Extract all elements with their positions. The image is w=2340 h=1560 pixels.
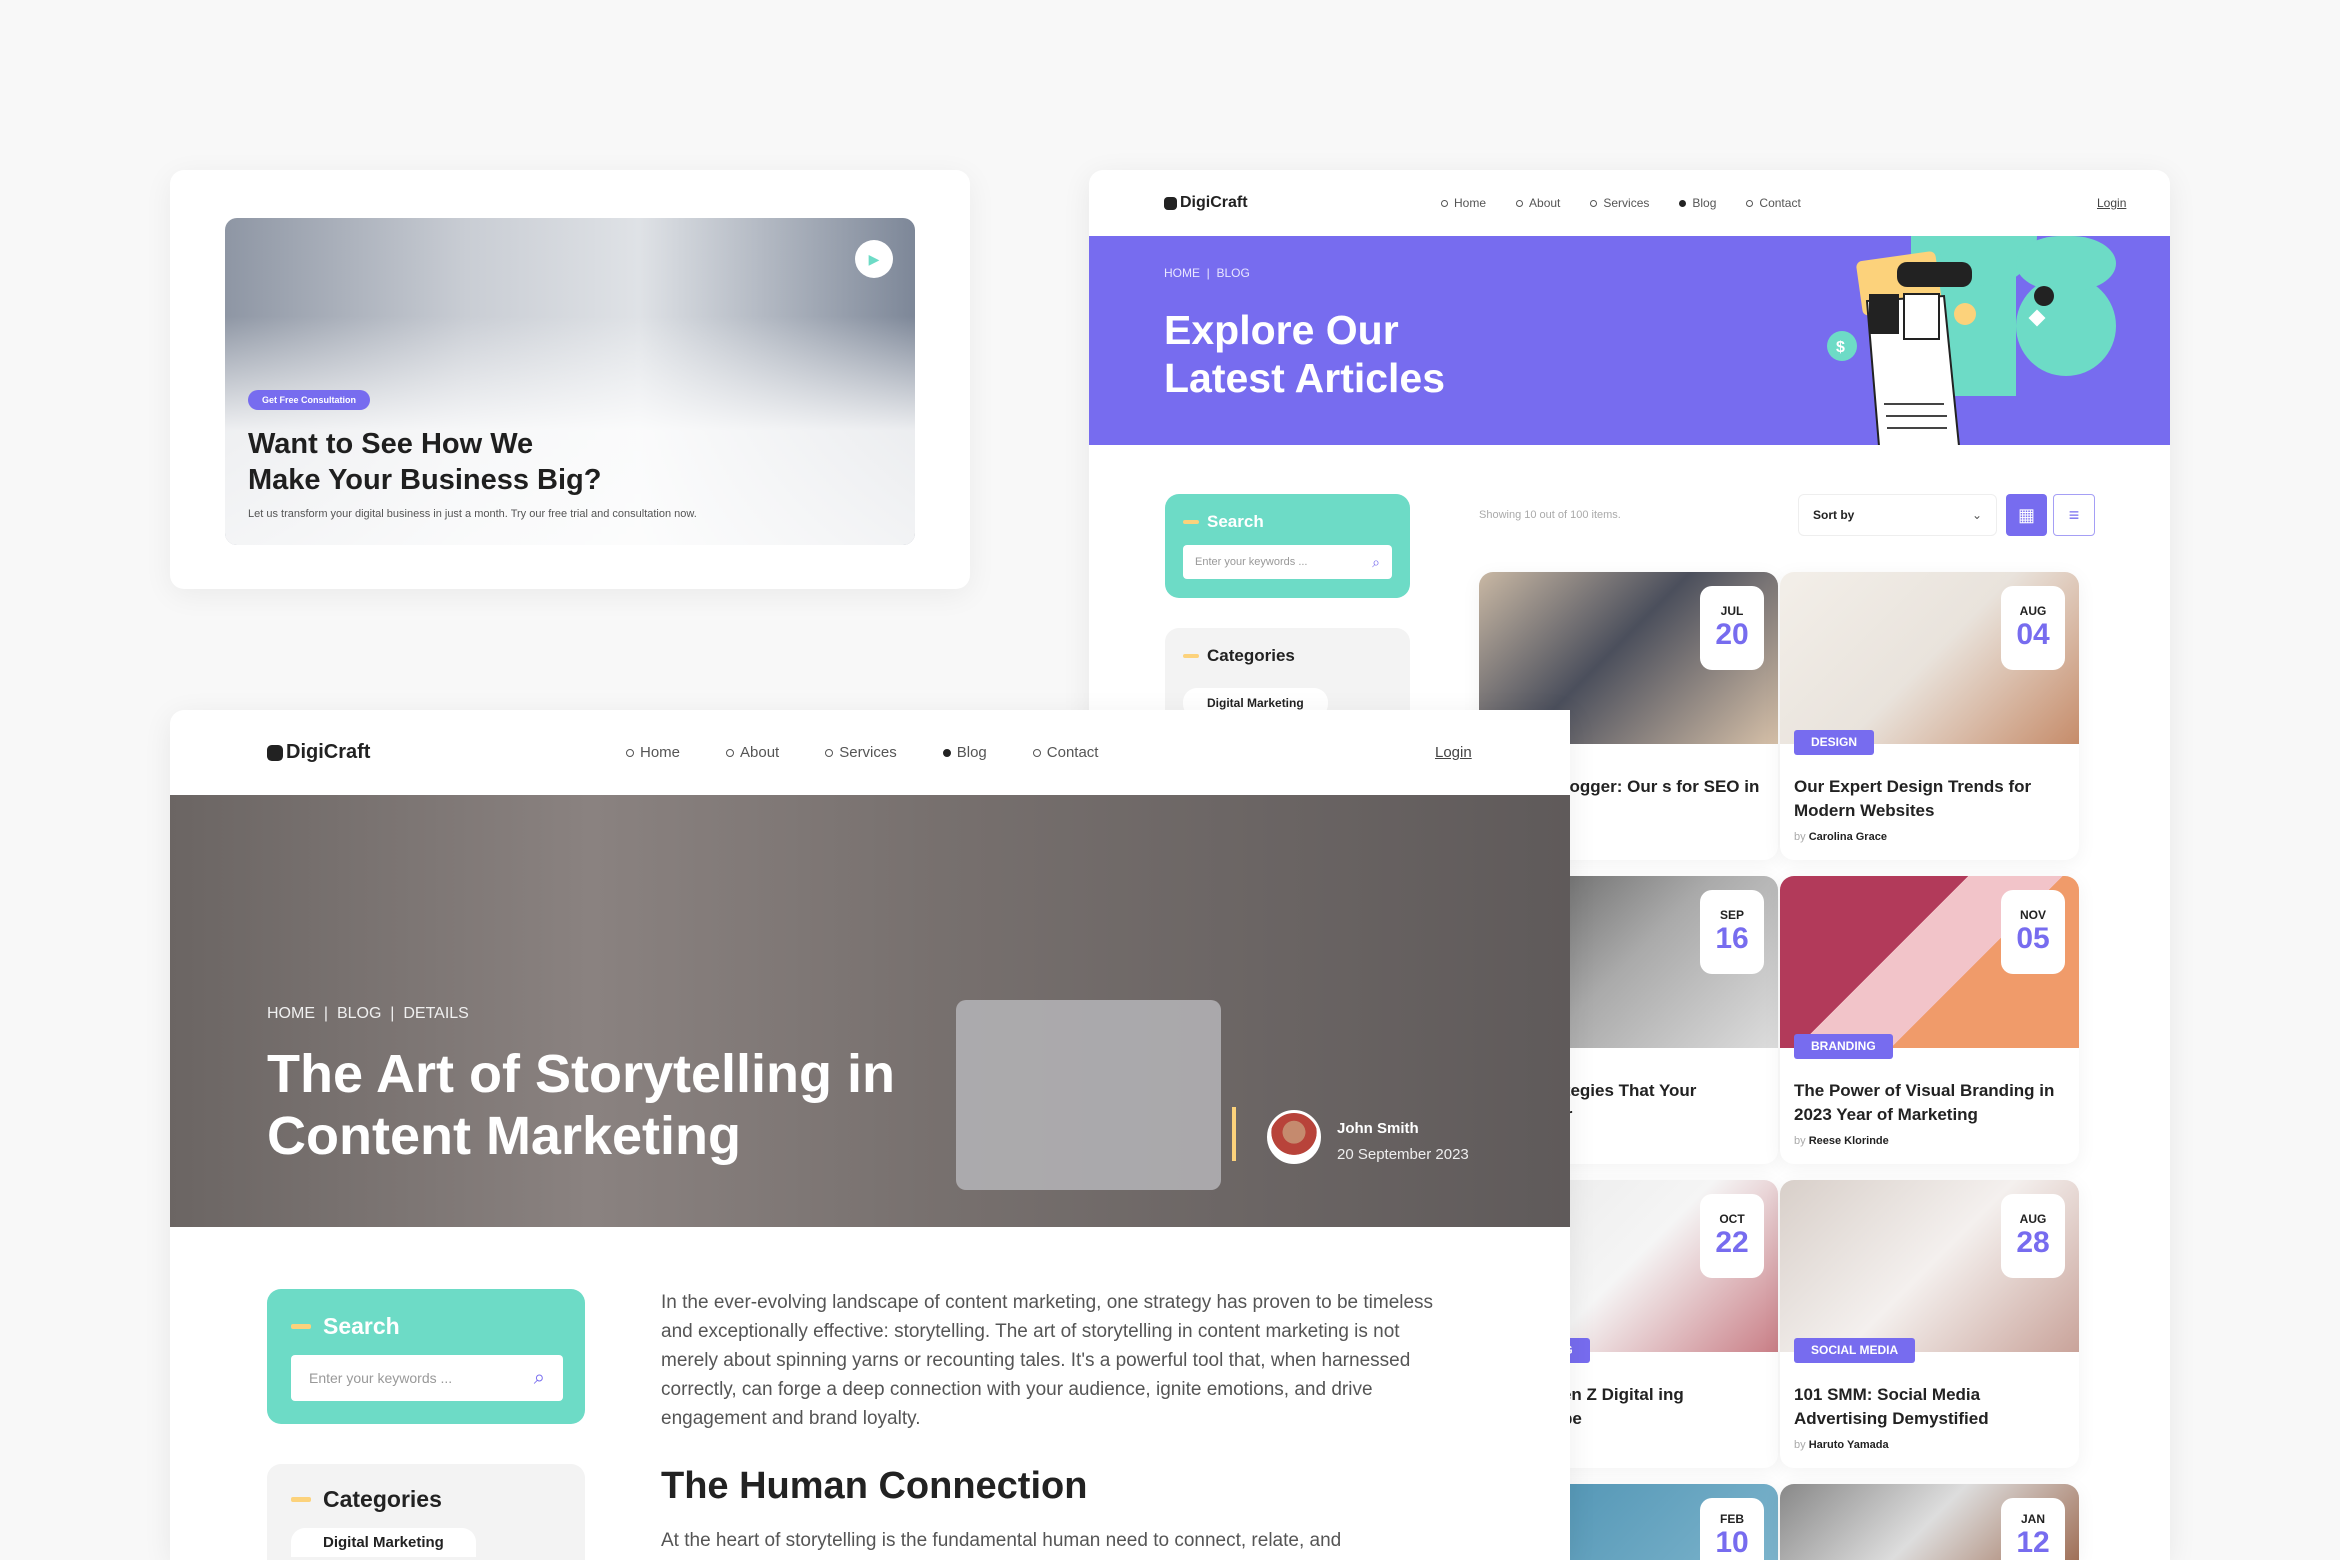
nav-contact[interactable]: Contact (1032, 744, 1098, 761)
login-link[interactable]: Login (1435, 744, 1472, 761)
search-panel: Search Enter your keywords ... ⌕ (267, 1289, 585, 1424)
search-panel: Search Enter your keywords ... ⌕ (1165, 494, 1410, 598)
breadcrumb: HOME | BLOG (1164, 266, 1250, 280)
nav-about[interactable]: About (726, 744, 779, 761)
category-tag[interactable]: BRANDING (1794, 1034, 1893, 1059)
article-card[interactable]: AUG 04 DESIGN Our Expert Design Trends for … (1780, 572, 2079, 860)
date-badge: FEB 10 (1700, 1498, 1764, 1560)
search-icon[interactable]: ⌕ (1372, 554, 1380, 571)
nav-blog[interactable]: Blog (942, 744, 987, 761)
article-author: by Carolina Grace (1794, 831, 1887, 843)
list-view-button[interactable]: ≡ (2053, 494, 2095, 536)
page-title: Explore Our Latest Articles (1164, 307, 1446, 401)
breadcrumb: HOME | BLOG | DETAILS (267, 1005, 469, 1022)
category-tag[interactable]: SOCIAL MEDIA (1794, 1338, 1916, 1363)
logo-icon (1164, 196, 1177, 210)
promo-card: ▶ Get Free Consultation Want to See How … (170, 170, 970, 589)
nav-home[interactable]: Home (1441, 196, 1486, 210)
promo-image: ▶ Get Free Consultation Want to See How … (225, 218, 915, 545)
date-badge: NOV 05 (2001, 890, 2065, 974)
chevron-down-icon: ⌄ (1971, 508, 1982, 522)
nav-services[interactable]: Services (825, 744, 897, 761)
nav-contact[interactable]: Contact (1746, 196, 1801, 210)
search-input[interactable]: Enter your keywords ... ⌕ (1183, 545, 1392, 579)
promo-title: Want to See How We Make Your Business Big… (248, 428, 602, 496)
category-tag[interactable]: DESIGN (1794, 730, 1875, 755)
consultation-button[interactable]: Get Free Consultation (248, 390, 371, 410)
article-paragraph: At the heart of storytelling is the fund… (661, 1530, 1342, 1551)
svg-text:$: $ (1836, 339, 1845, 356)
nav-menu: Home About Services Blog Contact (626, 744, 1098, 761)
article-title[interactable]: 101 SMM: Social Media Advertising Demyst… (1794, 1383, 2064, 1431)
nav-about[interactable]: About (1516, 196, 1560, 210)
publish-date: 20 September 2023 (1337, 1146, 1469, 1163)
article-author: by Haruto Yamada (1794, 1439, 1889, 1451)
login-link[interactable]: Login (2097, 196, 2126, 210)
nav-services[interactable]: Services (1590, 196, 1649, 210)
promo-subtitle: Let us transform your digital business i… (248, 508, 697, 520)
article-paragraph: In the ever-evolving landscape of conten… (661, 1292, 1434, 1429)
logo[interactable]: DigiCraft (267, 741, 370, 764)
blog-banner: HOME | BLOG Explore Our Latest Articles $ (1089, 236, 2170, 445)
article-card[interactable]: NOV 05 BRANDING The Power of Visual Brandin… (1780, 876, 2079, 1164)
navbar: DigiCraft Home About Services Blog Conta… (1089, 170, 2170, 236)
category-item[interactable]: Digital Marketing (291, 1528, 476, 1557)
results-count: Showing 10 out of 100 items. (1479, 509, 1621, 521)
search-input[interactable]: Enter your keywords ... ⌕ (291, 1355, 563, 1401)
date-badge: SEP 16 (1700, 890, 1764, 974)
nav-blog[interactable]: Blog (1679, 196, 1716, 210)
article-author: by Reese Klorinde (1794, 1135, 1889, 1147)
nav-menu: Home About Services Blog Contact (1441, 196, 1801, 210)
article-title[interactable]: The Power of Visual Branding in 2023 Yea… (1794, 1079, 2064, 1127)
section-heading: The Human Connection (661, 1465, 1088, 1507)
logo-icon (267, 744, 283, 761)
date-badge: JUL 20 (1700, 586, 1764, 670)
article-card[interactable]: JAN 12 (1780, 1484, 2079, 1560)
categories-panel: Categories Digital Marketing (267, 1464, 585, 1560)
author-name[interactable]: John Smith (1337, 1120, 1419, 1137)
nav-home[interactable]: Home (626, 744, 680, 761)
play-icon[interactable]: ▶ (855, 240, 893, 278)
article-detail-window: DigiCraft Home About Services Blog Conta… (170, 710, 1570, 1560)
author-avatar (1267, 1110, 1321, 1164)
date-badge: OCT 22 (1700, 1194, 1764, 1278)
article-title: The Art of Storytelling in Content Market… (267, 1044, 895, 1166)
logo[interactable]: DigiCraft (1164, 194, 1248, 212)
date-badge: AUG 04 (2001, 586, 2065, 670)
date-badge: JAN 12 (2001, 1498, 2065, 1560)
list-icon: ≡ (2068, 504, 2080, 525)
article-card[interactable]: AUG 28 SOCIAL MEDIA 101 SMM: Social Media A… (1780, 1180, 2079, 1468)
sort-dropdown[interactable]: Sort by ⌄ (1798, 494, 1997, 536)
navbar: DigiCraft Home About Services Blog Conta… (170, 710, 1570, 795)
grid-view-button[interactable]: ▦ (2006, 494, 2047, 536)
grid-icon: ▦ (2017, 504, 2035, 525)
banner-illustration: $ (1827, 236, 2116, 445)
article-title[interactable]: Our Expert Design Trends for Modern Webs… (1794, 775, 2064, 823)
search-icon[interactable]: ⌕ (534, 1367, 545, 1390)
date-badge: AUG 28 (2001, 1194, 2065, 1278)
article-hero: HOME | BLOG | DETAILS The Art of Storyte… (170, 795, 1570, 1227)
